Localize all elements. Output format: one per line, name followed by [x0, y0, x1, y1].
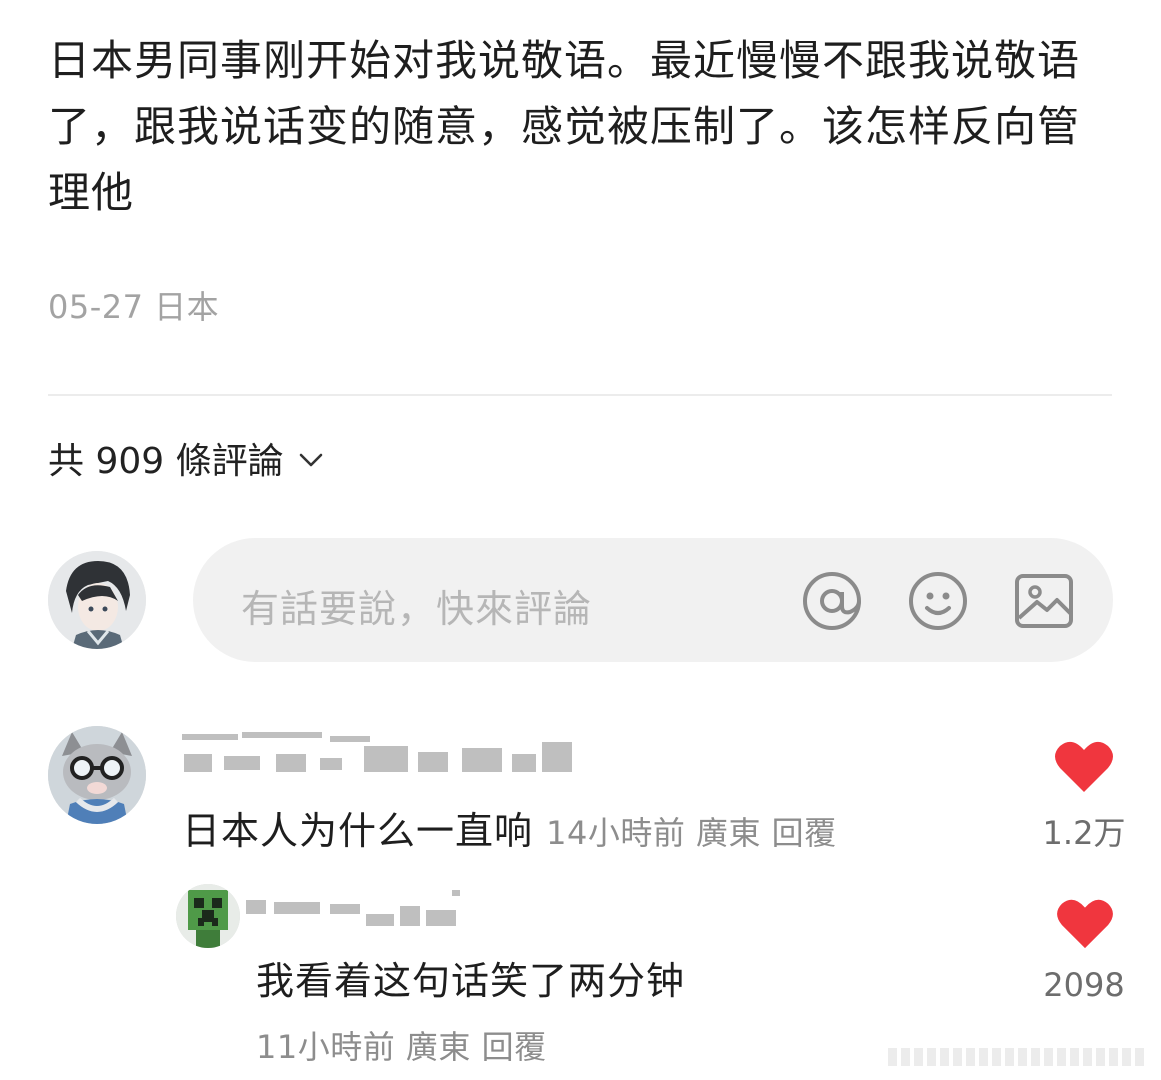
reply-text[interactable]: 我看着这句话笑了两分钟: [256, 950, 685, 1005]
username-blurred[interactable]: [246, 888, 496, 928]
post-text: 日本男同事刚开始对我说敬语。最近慢慢不跟我说敬语了，跟我说话变的随意，感觉被压制…: [48, 36, 1081, 217]
avatar[interactable]: [48, 551, 146, 649]
comment-text: 日本人为什么一直响: [182, 809, 534, 853]
comment-meta[interactable]: 14小時前 廣東 回覆: [546, 814, 837, 852]
emoji-icon[interactable]: [907, 570, 969, 632]
at-icon[interactable]: [801, 570, 863, 632]
like-count: 2098: [1043, 966, 1125, 1004]
avatar[interactable]: [48, 726, 146, 824]
divider: [48, 394, 1112, 396]
anime-avatar-icon: [48, 551, 146, 649]
watermark: [888, 1048, 1150, 1066]
comment-input-bar[interactable]: 有話要說，快來評論: [193, 538, 1113, 662]
heart-icon[interactable]: [1056, 898, 1114, 950]
chevron-down-icon: [299, 453, 322, 467]
username-blurred[interactable]: [180, 732, 580, 774]
comment-count-label: 共 909 條評論: [48, 441, 284, 482]
post-date-location: 05-27 日本: [48, 288, 220, 326]
comment-row[interactable]: 日本人为什么一直响 14小時前 廣東 回覆: [182, 800, 837, 855]
reply-meta[interactable]: 11小時前 廣東 回覆: [256, 1022, 547, 1068]
comment-count-toggle[interactable]: 共 909 條評論: [48, 432, 324, 484]
heart-icon[interactable]: [1054, 740, 1114, 794]
comment-input[interactable]: 有話要說，快來評論: [241, 578, 592, 633]
creeper-avatar-icon: [176, 884, 240, 948]
cat-avatar-icon: [48, 726, 146, 824]
avatar[interactable]: [176, 884, 240, 948]
image-icon[interactable]: [1013, 570, 1075, 632]
like-count: 1.2万: [1042, 814, 1126, 852]
